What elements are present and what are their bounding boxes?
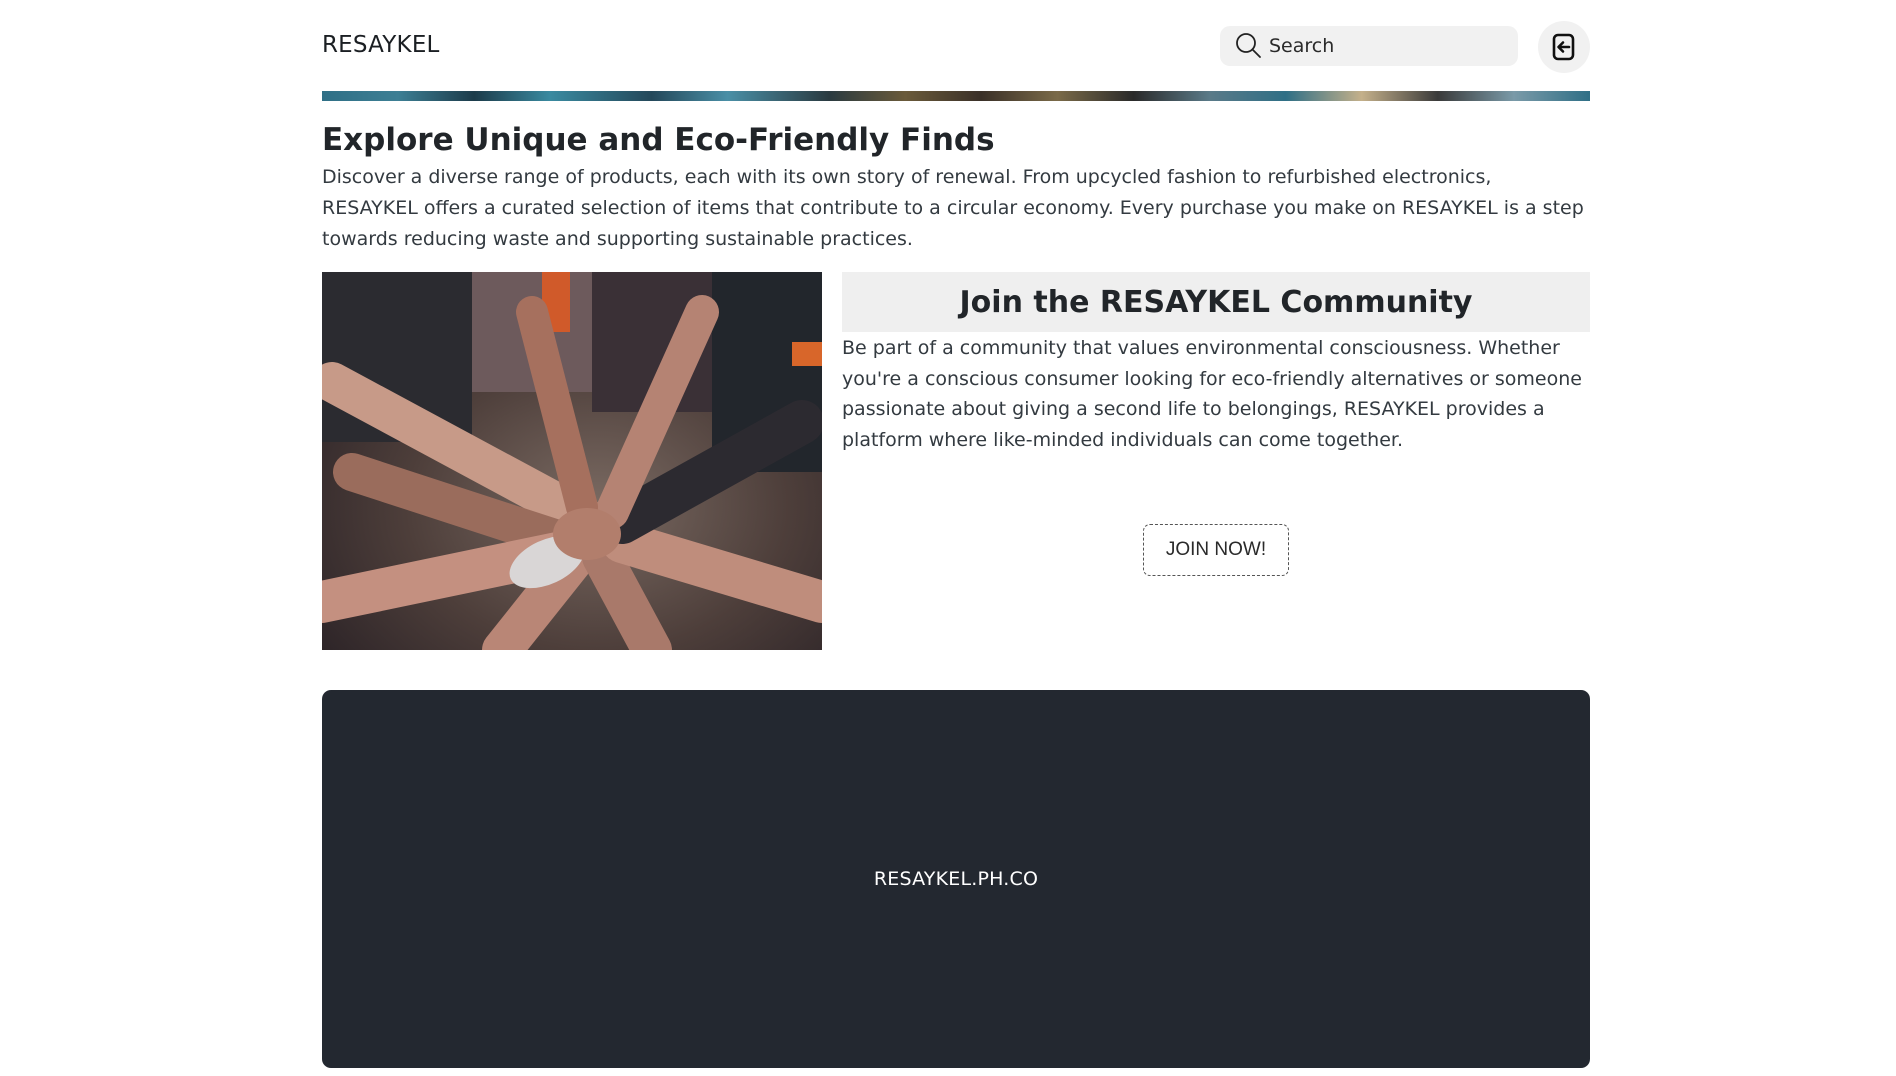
search-input[interactable]: Search bbox=[1269, 35, 1334, 57]
explore-title: Explore Unique and Eco-Friendly Finds bbox=[322, 122, 995, 158]
search-bar[interactable]: Search bbox=[1220, 26, 1518, 66]
community-heading: Join the RESAYKEL Community bbox=[959, 284, 1473, 320]
logout-button[interactable] bbox=[1538, 21, 1590, 73]
community-heading-box: Join the RESAYKEL Community bbox=[842, 272, 1590, 332]
footer: RESAYKEL.PH.CO bbox=[322, 690, 1590, 1068]
explore-description: Discover a diverse range of products, ea… bbox=[322, 166, 1584, 250]
hero-banner-image bbox=[322, 91, 1590, 101]
community-description: Be part of a community that values envir… bbox=[842, 337, 1582, 451]
top-navbar: RESAYKEL Search bbox=[322, 0, 1590, 92]
search-icon bbox=[1236, 33, 1261, 58]
community-hands-photo bbox=[322, 272, 822, 650]
footer-site-name: RESAYKEL.PH.CO bbox=[873, 868, 1039, 890]
brand-logo[interactable]: RESAYKEL bbox=[322, 32, 440, 58]
join-now-button[interactable]: JOIN NOW! bbox=[1143, 524, 1289, 576]
logout-icon bbox=[1552, 33, 1575, 61]
